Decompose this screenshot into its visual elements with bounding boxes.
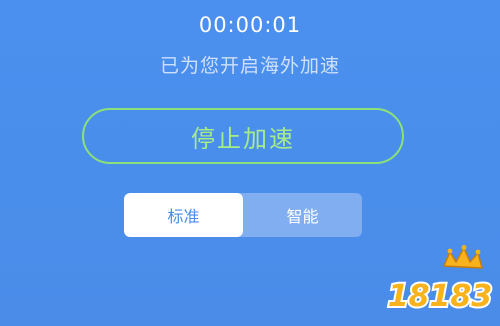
crown-icon xyxy=(443,245,483,269)
stop-acceleration-button[interactable]: 停止加速 xyxy=(82,108,404,164)
site-logo-watermark: 18183 xyxy=(386,245,494,316)
stop-acceleration-label: 停止加速 xyxy=(191,124,295,153)
elapsed-timer: 00:00:01 xyxy=(198,13,302,37)
acceleration-status: 已为您开启海外加速 xyxy=(159,55,340,77)
watermark-text: 18183 xyxy=(388,279,492,314)
mode-option-standard[interactable]: 标准 xyxy=(124,193,243,237)
mode-option-smart[interactable]: 智能 xyxy=(243,193,362,237)
mode-segmented-control: 标准 智能 xyxy=(124,193,362,237)
accelerator-screen: 00:00:01 已为您开启海外加速 停止加速 标准 智能 18183 xyxy=(0,0,500,326)
